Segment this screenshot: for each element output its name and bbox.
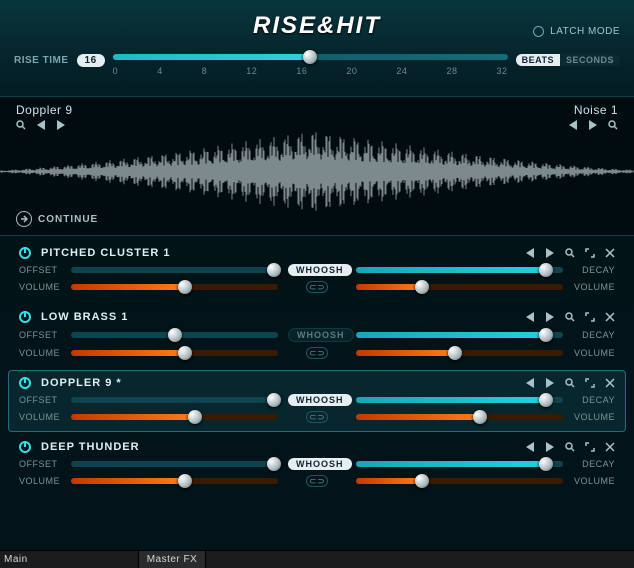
unit-toggle[interactable]: BEATS SECONDS	[516, 54, 620, 66]
search-icon[interactable]	[565, 312, 575, 322]
expand-icon[interactable]	[585, 442, 595, 452]
layer-row[interactable]: DEEP THUNDER OFFSET WHOOSH DECAY VOLUME …	[8, 434, 626, 496]
offset-slider[interactable]	[71, 332, 278, 338]
radio-icon	[533, 26, 544, 37]
volume-label: VOLUME	[19, 412, 61, 422]
close-icon[interactable]	[605, 248, 615, 258]
layer-row[interactable]: PITCHED CLUSTER 1 OFFSET WHOOSH DECAY VO…	[8, 240, 626, 302]
layer-title: DOPPLER 9 *	[41, 377, 515, 389]
volume-left-slider[interactable]	[71, 414, 278, 420]
offset-label: OFFSET	[19, 330, 61, 340]
whoosh-toggle[interactable]: WHOOSH	[288, 458, 352, 470]
next-icon[interactable]	[545, 442, 555, 452]
close-icon[interactable]	[605, 442, 615, 452]
power-button[interactable]	[19, 311, 31, 323]
volume-right-slider[interactable]	[356, 478, 563, 484]
link-icon[interactable]: ⊂⊃	[306, 281, 328, 293]
volume-right-slider[interactable]	[356, 284, 563, 290]
decay-label: DECAY	[573, 395, 615, 405]
decay-label: DECAY	[573, 330, 615, 340]
header-section: RISE&HIT LATCH MODE RISE TIME 16 0481216…	[0, 0, 634, 96]
volume-label: VOLUME	[573, 348, 615, 358]
waveform-section: Doppler 9 Noise 1 CONTINUE	[0, 96, 634, 236]
layer-title: PITCHED CLUSTER 1	[41, 247, 515, 259]
prev-icon[interactable]	[525, 378, 535, 388]
volume-right-slider[interactable]	[356, 350, 563, 356]
tab-main[interactable]: Main	[0, 551, 139, 568]
wave-left-name: Doppler 9	[16, 103, 73, 117]
close-icon[interactable]	[605, 312, 615, 322]
latch-mode-toggle[interactable]: LATCH MODE	[533, 26, 620, 37]
next-icon[interactable]	[545, 378, 555, 388]
link-icon[interactable]: ⊂⊃	[306, 475, 328, 487]
prev-icon[interactable]	[525, 442, 535, 452]
tab-master-fx[interactable]: Master FX	[139, 551, 207, 568]
volume-label: VOLUME	[573, 412, 615, 422]
whoosh-toggle[interactable]: WHOOSH	[288, 264, 352, 276]
decay-label: DECAY	[573, 265, 615, 275]
unit-beats[interactable]: BEATS	[516, 54, 560, 66]
expand-icon[interactable]	[585, 248, 595, 258]
offset-label: OFFSET	[19, 395, 61, 405]
volume-label: VOLUME	[573, 476, 615, 486]
offset-slider[interactable]	[71, 397, 278, 403]
rise-time-slider[interactable]: 048121620242832	[113, 50, 508, 70]
rise-time-value[interactable]: 16	[77, 54, 105, 67]
layer-row[interactable]: DOPPLER 9 * OFFSET WHOOSH DECAY VOLUME ⊂…	[8, 370, 626, 432]
volume-label: VOLUME	[573, 282, 615, 292]
search-icon[interactable]	[565, 248, 575, 258]
slider-handle-icon[interactable]	[303, 50, 317, 64]
decay-slider[interactable]	[356, 332, 563, 338]
volume-label: VOLUME	[19, 282, 61, 292]
volume-left-slider[interactable]	[71, 478, 278, 484]
power-button[interactable]	[19, 247, 31, 259]
search-icon[interactable]	[565, 442, 575, 452]
link-icon[interactable]: ⊂⊃	[306, 347, 328, 359]
whoosh-toggle[interactable]: WHOOSH	[288, 394, 352, 406]
search-icon[interactable]	[565, 378, 575, 388]
decay-slider[interactable]	[356, 267, 563, 273]
layer-title: DEEP THUNDER	[41, 441, 515, 453]
next-icon[interactable]	[545, 248, 555, 258]
unit-seconds[interactable]: SECONDS	[560, 54, 620, 66]
arrow-right-icon	[16, 211, 32, 227]
expand-icon[interactable]	[585, 378, 595, 388]
waveform-display	[0, 129, 634, 214]
link-icon[interactable]: ⊂⊃	[306, 411, 328, 423]
volume-label: VOLUME	[19, 476, 61, 486]
continue-button[interactable]: CONTINUE	[16, 211, 98, 227]
expand-icon[interactable]	[585, 312, 595, 322]
offset-slider[interactable]	[71, 267, 278, 273]
ruler-ticks: 048121620242832	[113, 66, 508, 76]
volume-label: VOLUME	[19, 348, 61, 358]
rise-time-label: RISE TIME	[14, 55, 69, 66]
offset-slider[interactable]	[71, 461, 278, 467]
layer-title: LOW BRASS 1	[41, 311, 515, 323]
volume-right-slider[interactable]	[356, 414, 563, 420]
layers-list: PITCHED CLUSTER 1 OFFSET WHOOSH DECAY VO…	[0, 236, 634, 496]
rise-time-row: RISE TIME 16 048121620242832 BEATS SECON…	[0, 50, 634, 70]
footer-tabs: Main Master FX	[0, 550, 634, 568]
next-icon[interactable]	[545, 312, 555, 322]
close-icon[interactable]	[605, 378, 615, 388]
offset-label: OFFSET	[19, 459, 61, 469]
decay-label: DECAY	[573, 459, 615, 469]
prev-icon[interactable]	[525, 248, 535, 258]
volume-left-slider[interactable]	[71, 284, 278, 290]
power-button[interactable]	[19, 441, 31, 453]
latch-label: LATCH MODE	[550, 26, 620, 37]
layer-row[interactable]: LOW BRASS 1 OFFSET WHOOSH DECAY VOLUME ⊂…	[8, 304, 626, 368]
decay-slider[interactable]	[356, 397, 563, 403]
offset-label: OFFSET	[19, 265, 61, 275]
whoosh-toggle[interactable]: WHOOSH	[288, 328, 354, 342]
decay-slider[interactable]	[356, 461, 563, 467]
volume-left-slider[interactable]	[71, 350, 278, 356]
wave-right-name: Noise 1	[568, 103, 618, 117]
prev-icon[interactable]	[525, 312, 535, 322]
power-button[interactable]	[19, 377, 31, 389]
